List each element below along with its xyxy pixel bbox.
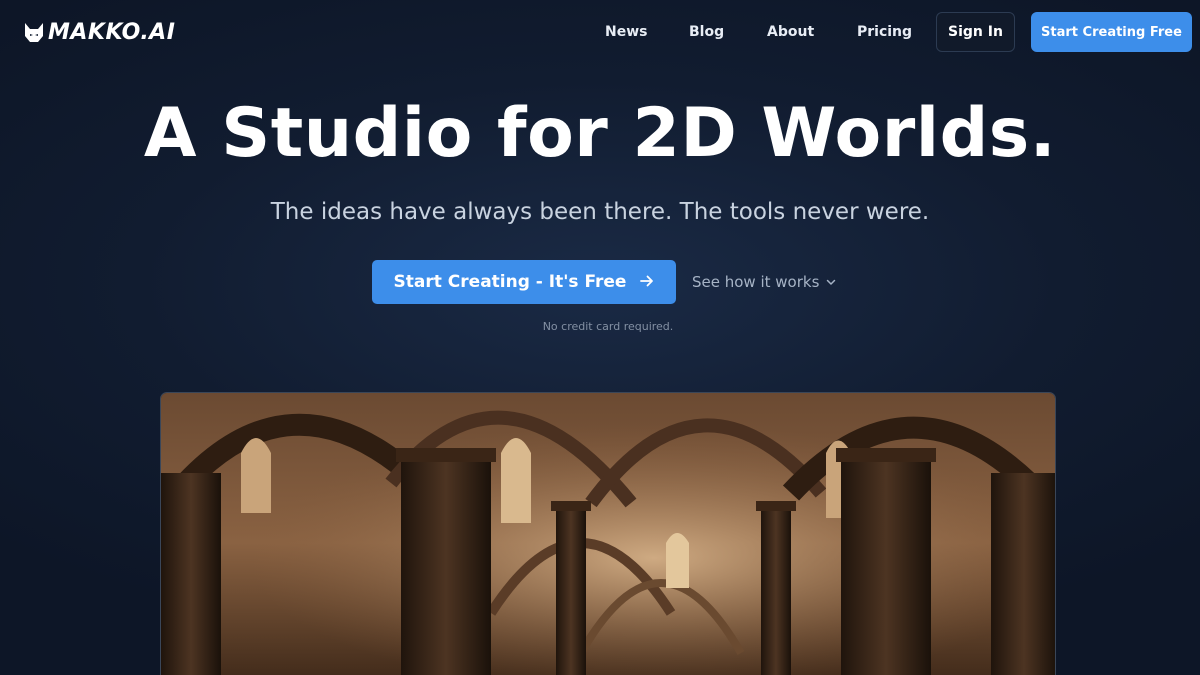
- nav-link-news[interactable]: News: [605, 22, 647, 42]
- see-how-it-works-link[interactable]: See how it works: [692, 270, 837, 294]
- top-nav: MAKKO.AI News Blog About Pricing Sign In…: [0, 0, 1200, 64]
- chevron-down-icon: [827, 279, 836, 285]
- start-creating-nav-button[interactable]: Start Creating Free: [1031, 12, 1192, 52]
- logo[interactable]: MAKKO.AI: [24, 17, 175, 47]
- sign-in-button[interactable]: Sign In: [936, 12, 1015, 52]
- nav-link-about[interactable]: About: [767, 22, 814, 42]
- arrow-right-icon: [640, 274, 654, 291]
- cta-secondary-label: See how it works: [692, 273, 820, 291]
- nav-link-blog[interactable]: Blog: [689, 22, 724, 42]
- hero-subtitle: The ideas have always been there. The to…: [270, 199, 930, 225]
- hero-title: A Studio for 2D Worlds.: [143, 94, 1057, 173]
- landing-page: MAKKO.AI News Blog About Pricing Sign In…: [0, 0, 1200, 675]
- cathedral-illustration: [161, 393, 1055, 675]
- cat-head-icon: [25, 23, 43, 42]
- no-credit-card-note: No credit card required.: [542, 320, 674, 333]
- cta-primary-label: Start Creating - It's Free: [393, 272, 627, 292]
- start-creating-cta-button[interactable]: Start Creating - It's Free: [372, 260, 676, 304]
- hero-artwork-cathedral: [160, 392, 1056, 675]
- logo-text: MAKKO.AI: [48, 19, 176, 45]
- nav-link-pricing[interactable]: Pricing: [857, 22, 912, 42]
